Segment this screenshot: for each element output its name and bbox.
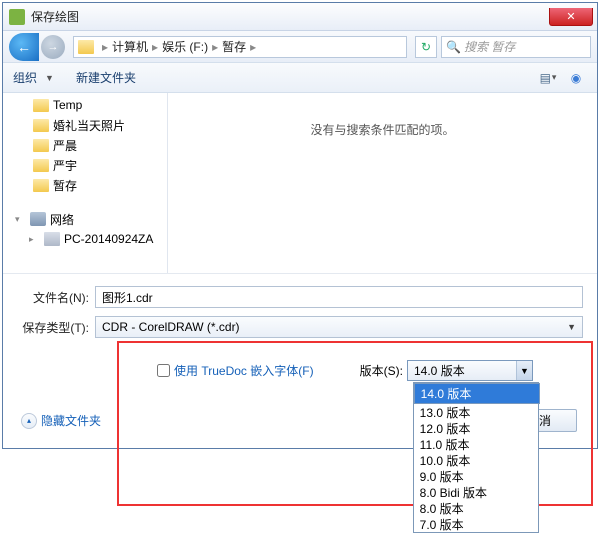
empty-text: 没有与搜索条件匹配的项。	[310, 121, 454, 138]
filename-label: 文件名(N):	[17, 289, 89, 306]
new-folder-button[interactable]: 新建文件夹	[76, 69, 136, 86]
close-button[interactable]: ✕	[549, 8, 593, 26]
truedoc-checkbox[interactable]: 使用 TrueDoc 嵌入字体(F)	[157, 362, 314, 379]
tree-item[interactable]: 婚礼当天照片	[3, 115, 167, 135]
refresh-button[interactable]: ↻	[415, 36, 437, 58]
organize-button[interactable]: 组织	[13, 69, 37, 86]
save-dialog: 保存绘图 ✕ ← → ▸ 计算机 ▸ 娱乐 (F:) ▸ 暂存 ▸ ↻ 🔍 搜索…	[2, 2, 598, 449]
folder-icon	[33, 159, 49, 172]
tree-item[interactable]: 严晨	[3, 135, 167, 155]
help-button[interactable]: ◉	[565, 68, 587, 88]
version-option[interactable]: 7.0 版本	[414, 516, 538, 532]
breadcrumb-part[interactable]: 计算机	[112, 38, 148, 55]
network-icon	[30, 212, 46, 226]
breadcrumb-part[interactable]: 娱乐 (F:)	[162, 38, 208, 55]
file-pane: 没有与搜索条件匹配的项。	[168, 93, 597, 273]
window-title: 保存绘图	[31, 8, 549, 25]
version-label: 版本(S):	[360, 362, 403, 379]
version-option[interactable]: 8.0 Bidi 版本	[414, 484, 538, 500]
filetype-label: 保存类型(T):	[17, 319, 89, 336]
toolbar: 组织▼ 新建文件夹 ▤▾ ◉	[3, 63, 597, 93]
chevron-down-icon: ▼	[567, 322, 576, 332]
breadcrumb-part[interactable]: 暂存	[222, 38, 246, 55]
chevron-down-icon: ▼	[516, 361, 532, 380]
folder-icon	[33, 139, 49, 152]
version-option[interactable]: 13.0 版本	[414, 404, 538, 420]
version-option[interactable]: 12.0 版本	[414, 420, 538, 436]
lower-panel: 使用 TrueDoc 嵌入字体(F) 版本(S): 14.0 版本 ▼ 14.0…	[3, 352, 597, 448]
version-option[interactable]: 14.0 版本	[414, 383, 540, 404]
tree-item[interactable]: 严宇	[3, 155, 167, 175]
folder-icon	[33, 119, 49, 132]
search-icon: 🔍	[446, 40, 461, 54]
view-button[interactable]: ▤▾	[537, 68, 559, 88]
tree-network[interactable]: ▾网络	[3, 209, 167, 229]
expand-icon[interactable]: ▸	[29, 234, 38, 245]
titlebar: 保存绘图 ✕	[3, 3, 597, 31]
filename-input[interactable]	[95, 286, 583, 308]
navbar: ← → ▸ 计算机 ▸ 娱乐 (F:) ▸ 暂存 ▸ ↻ 🔍 搜索 暂存	[3, 31, 597, 63]
folder-icon	[78, 40, 94, 54]
folder-icon	[33, 179, 49, 192]
expand-icon[interactable]: ▾	[15, 214, 24, 225]
app-icon	[9, 9, 25, 25]
fields: 文件名(N): 保存类型(T): CDR - CorelDRAW (*.cdr)…	[3, 273, 597, 352]
computer-icon	[44, 232, 60, 246]
body: Temp 婚礼当天照片 严晨 严宇 暂存 ▾网络 ▸PC-20140924ZA …	[3, 93, 597, 273]
breadcrumb[interactable]: ▸ 计算机 ▸ 娱乐 (F:) ▸ 暂存 ▸	[73, 36, 407, 58]
version-option[interactable]: 10.0 版本	[414, 452, 538, 468]
search-input[interactable]: 🔍 搜索 暂存	[441, 36, 591, 58]
tree-pc[interactable]: ▸PC-20140924ZA	[3, 229, 167, 249]
chevron-up-icon: ▴	[21, 413, 37, 429]
nav-back-button[interactable]: ←	[9, 33, 39, 61]
hide-folders-toggle[interactable]: ▴ 隐藏文件夹	[21, 412, 101, 429]
version-option[interactable]: 9.0 版本	[414, 468, 538, 484]
tree-item[interactable]: Temp	[3, 95, 167, 115]
version-dropdown: 14.0 版本 13.0 版本 12.0 版本 11.0 版本 10.0 版本 …	[413, 382, 539, 533]
version-select[interactable]: 14.0 版本 ▼	[407, 360, 533, 381]
folder-icon	[33, 99, 49, 112]
nav-forward-button[interactable]: →	[41, 35, 65, 59]
filetype-select[interactable]: CDR - CorelDRAW (*.cdr)▼	[95, 316, 583, 338]
version-option[interactable]: 8.0 版本	[414, 500, 538, 516]
version-option[interactable]: 11.0 版本	[414, 436, 538, 452]
folder-tree: Temp 婚礼当天照片 严晨 严宇 暂存 ▾网络 ▸PC-20140924ZA	[3, 93, 168, 273]
tree-item[interactable]: 暂存	[3, 175, 167, 195]
